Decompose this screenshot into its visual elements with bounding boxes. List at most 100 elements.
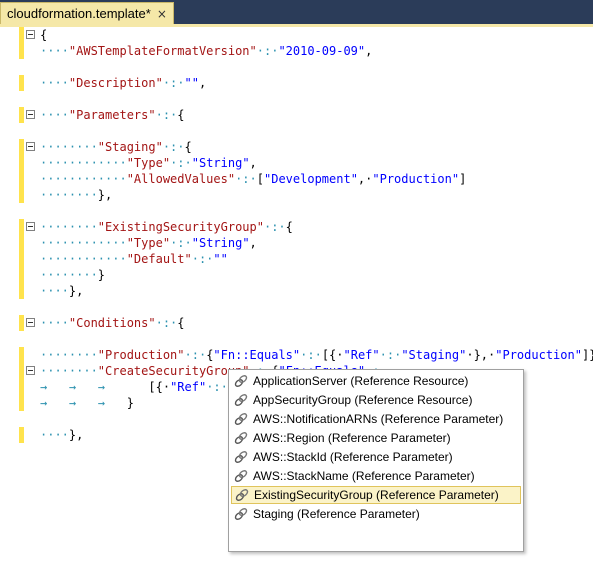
change-indicator-bar: [19, 427, 24, 443]
code-line[interactable]: ············"Type"·:·"String",: [0, 155, 593, 171]
code-line[interactable]: ········},: [0, 187, 593, 203]
collapse-icon[interactable]: [26, 318, 35, 327]
code-text: {: [40, 27, 47, 43]
change-indicator-bar: [19, 363, 24, 379]
json-string: "": [184, 76, 199, 90]
whitespace-marker: ·:·: [170, 156, 192, 170]
whitespace-marker: → → →: [40, 380, 149, 394]
punctuation: ,: [198, 76, 207, 90]
whitespace-marker: ········: [40, 188, 98, 202]
code-text: ············"Type"·:·"String",: [40, 155, 257, 171]
completion-item-label: AWS::Region (Reference Parameter): [253, 431, 451, 445]
tab-title: cloudformation.template*: [7, 6, 151, 21]
change-indicator-bar: [19, 43, 24, 59]
change-indicator-bar: [19, 379, 24, 395]
code-line[interactable]: [0, 123, 593, 139]
code-line[interactable]: ····},: [0, 283, 593, 299]
completion-item[interactable]: Staging (Reference Parameter): [231, 505, 521, 523]
completion-item[interactable]: ApplicationServer (Reference Resource): [231, 372, 521, 390]
code-line[interactable]: ····"AWSTemplateFormatVersion"·:·"2010-0…: [0, 43, 593, 59]
punctuation: {: [177, 316, 185, 330]
change-indicator-bar: [19, 171, 24, 187]
reference-icon: [233, 468, 249, 484]
punctuation: ]: [459, 172, 467, 186]
code-text: ········},: [40, 187, 112, 203]
whitespace-marker: ·:·: [155, 108, 178, 122]
code-line[interactable]: [0, 203, 593, 219]
json-string: "Ref": [343, 348, 380, 362]
code-text: ····"Conditions"·:·{: [40, 315, 185, 331]
code-text: ········"Production"·:·{"Fn::Equals"·:·[…: [40, 347, 593, 363]
punctuation: [{·: [148, 380, 171, 394]
code-line[interactable]: [0, 59, 593, 75]
completion-item-label: AWS::StackId (Reference Parameter): [253, 450, 453, 464]
json-key: "ExistingSecurityGroup": [97, 220, 264, 234]
json-key: "Description": [68, 76, 163, 90]
punctuation: ,: [249, 156, 257, 170]
tab-cloudformation-template[interactable]: cloudformation.template* ×: [0, 2, 174, 24]
completion-item[interactable]: AWS::StackId (Reference Parameter): [231, 448, 521, 466]
completion-item[interactable]: ExistingSecurityGroup (Reference Paramet…: [231, 486, 521, 504]
completion-item[interactable]: AWS::NotificationARNs (Reference Paramet…: [231, 410, 521, 428]
reference-icon: [233, 506, 249, 522]
change-indicator-bar: [19, 27, 24, 43]
whitespace-marker: ·:·: [170, 236, 192, 250]
json-key: "Type": [126, 236, 171, 250]
json-key: "CreateSecurityGroup": [97, 364, 250, 378]
json-string: "String": [191, 236, 250, 250]
completion-list[interactable]: ApplicationServer (Reference Resource) Ap…: [228, 369, 524, 552]
completion-item-label: AWS::NotificationARNs (Reference Paramet…: [253, 412, 504, 426]
collapse-icon[interactable]: [26, 110, 35, 119]
json-string: "2010-09-09": [278, 44, 366, 58]
whitespace-marker: ····: [40, 284, 69, 298]
code-line[interactable]: ····"Parameters"·:·{: [0, 107, 593, 123]
close-icon[interactable]: ×: [157, 7, 167, 21]
completion-item[interactable]: AWS::StackName (Reference Parameter): [231, 467, 521, 485]
completion-item[interactable]: AppSecurityGroup (Reference Resource): [231, 391, 521, 409]
whitespace-marker: ····: [40, 428, 69, 442]
tab-bar: cloudformation.template* ×: [0, 0, 593, 24]
collapse-icon[interactable]: [26, 222, 35, 231]
code-line[interactable]: ········"Staging"·:·{: [0, 139, 593, 155]
completion-item-label: AppSecurityGroup (Reference Resource): [253, 393, 473, 407]
code-line[interactable]: ············"Default"·:·"": [0, 251, 593, 267]
code-line[interactable]: ····"Conditions"·:·{: [0, 315, 593, 331]
json-key: "AllowedValues": [126, 172, 236, 186]
code-line[interactable]: ············"AllowedValues"·:·["Developm…: [0, 171, 593, 187]
code-line[interactable]: ············"Type"·:·"String",: [0, 235, 593, 251]
code-line[interactable]: [0, 91, 593, 107]
collapse-icon[interactable]: [26, 366, 35, 375]
reference-icon: [233, 373, 249, 389]
code-line[interactable]: {: [0, 27, 593, 43]
change-indicator-bar: [19, 267, 24, 283]
whitespace-marker: ········: [40, 348, 98, 362]
whitespace-marker: ·:·: [155, 316, 178, 330]
change-indicator-bar: [19, 107, 24, 123]
whitespace-marker: ····: [40, 44, 69, 58]
code-text: ········"ExistingSecurityGroup"·:·{: [40, 219, 293, 235]
whitespace-marker: ····: [40, 108, 69, 122]
code-line[interactable]: ········"ExistingSecurityGroup"·:·{: [0, 219, 593, 235]
reference-icon: [234, 487, 250, 503]
json-key: "Conditions": [68, 316, 156, 330]
whitespace-marker: ·:·: [162, 140, 185, 154]
punctuation: },: [97, 188, 113, 202]
completion-item[interactable]: AWS::Region (Reference Parameter): [231, 429, 521, 447]
code-line[interactable]: ····"Description"·:·"",: [0, 75, 593, 91]
whitespace-marker: ·:·: [206, 380, 228, 394]
code-text: ············"Type"·:·"String",: [40, 235, 257, 251]
collapse-icon[interactable]: [26, 30, 35, 39]
whitespace-marker: ············: [40, 236, 127, 250]
punctuation: ·},·: [466, 348, 496, 362]
code-line[interactable]: ········}: [0, 267, 593, 283]
code-line[interactable]: [0, 299, 593, 315]
code-line[interactable]: ········"Production"·:·{"Fn::Equals"·:·[…: [0, 347, 593, 363]
whitespace-marker: ············: [40, 172, 127, 186]
whitespace-marker: ····: [40, 316, 69, 330]
code-line[interactable]: [0, 331, 593, 347]
completion-item-label: AWS::StackName (Reference Parameter): [253, 469, 475, 483]
whitespace-marker: → → →: [40, 396, 127, 410]
change-indicator-bar: [19, 283, 24, 299]
change-indicator-bar: [19, 139, 24, 155]
collapse-icon[interactable]: [26, 142, 35, 151]
